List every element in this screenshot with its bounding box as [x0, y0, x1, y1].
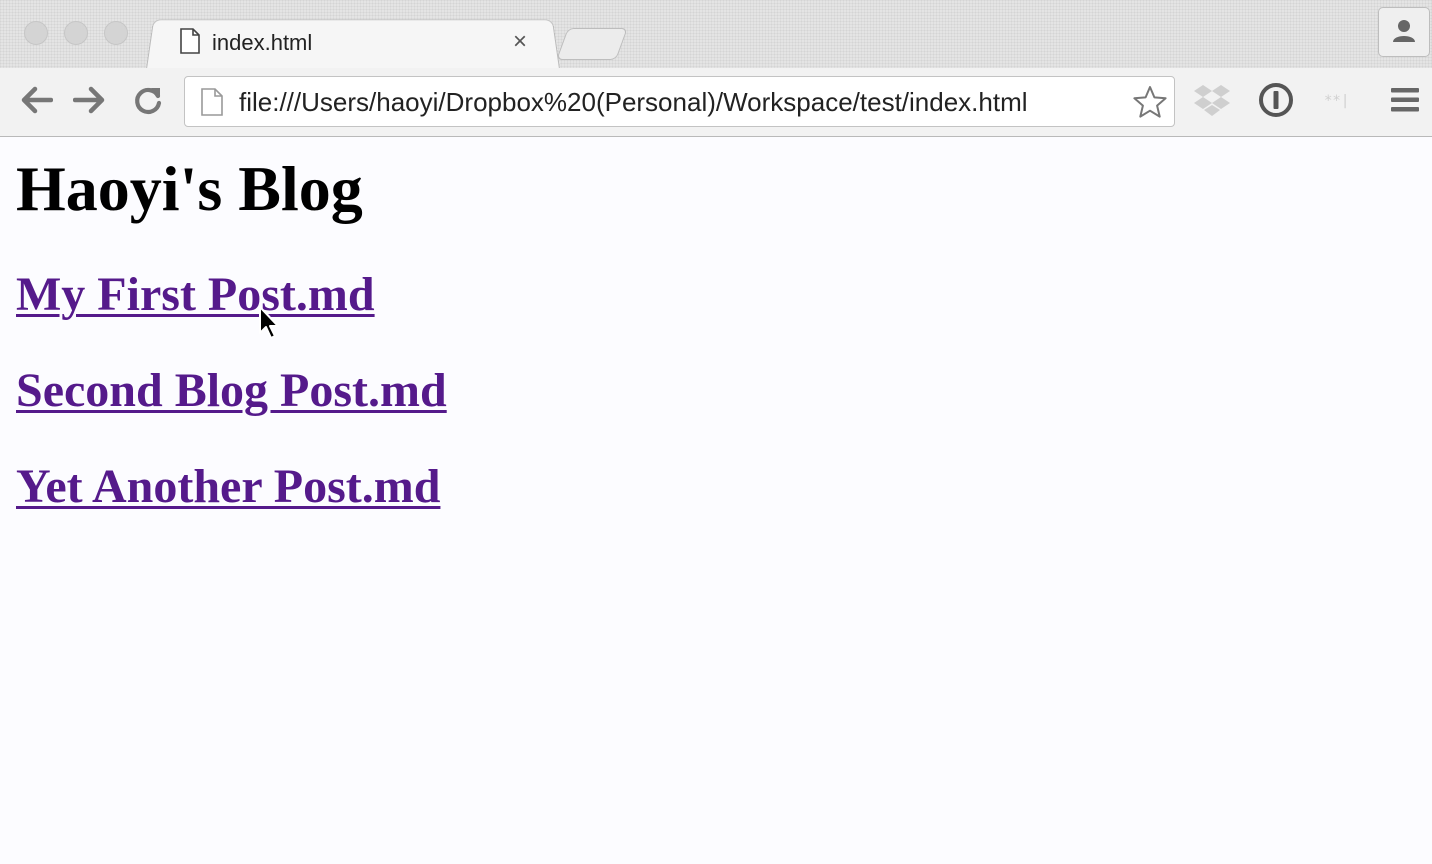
tab-title: index.html: [212, 30, 313, 55]
hamburger-menu-icon: [1389, 86, 1421, 119]
address-bar[interactable]: file:///Users/haoyi/Dropbox%20(Personal)…: [184, 76, 1175, 127]
star-icon[interactable]: [1133, 85, 1167, 124]
maximize-window-button[interactable]: [104, 21, 128, 45]
arrow-right-icon: [72, 85, 107, 120]
minimize-window-button[interactable]: [64, 21, 88, 45]
new-tab-button[interactable]: [556, 28, 628, 60]
menu-button[interactable]: [1385, 82, 1425, 122]
svg-text:**|: **|: [1324, 93, 1349, 109]
mouse-cursor-icon: [258, 305, 282, 346]
reload-icon: [132, 84, 164, 121]
close-window-button[interactable]: [24, 21, 48, 45]
tab-close-icon[interactable]: ×: [508, 28, 532, 56]
extension-button[interactable]: **|: [1320, 82, 1360, 122]
post-link-yet-another-post[interactable]: Yet Another Post.md: [16, 459, 440, 515]
back-button[interactable]: [16, 82, 56, 122]
person-icon: [1391, 17, 1417, 48]
post-link-second-blog-post[interactable]: Second Blog Post.md: [16, 363, 447, 419]
profile-button[interactable]: [1378, 7, 1430, 57]
page-file-icon: [180, 27, 200, 59]
onepassword-extension-button[interactable]: [1256, 82, 1296, 122]
post-link-my-first-post[interactable]: My First Post.md: [16, 267, 375, 323]
url-text: file:///Users/haoyi/Dropbox%20(Personal)…: [239, 87, 1028, 117]
page-title: Haoyi's Blog: [16, 153, 363, 224]
reload-button[interactable]: [128, 82, 168, 122]
dropbox-extension-button[interactable]: [1192, 82, 1232, 122]
extension-icon: **|: [1322, 90, 1358, 115]
arrow-left-icon: [19, 85, 54, 120]
page-icon: [201, 88, 223, 121]
forward-button[interactable]: [70, 82, 110, 122]
tab-label[interactable]: index.html: [180, 27, 313, 59]
dropbox-icon: [1193, 83, 1231, 122]
onepassword-icon: [1258, 82, 1294, 123]
